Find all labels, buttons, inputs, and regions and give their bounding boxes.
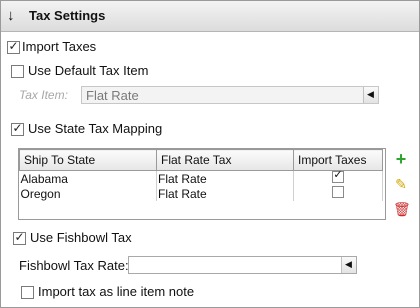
cell-state[interactable]: Alabama xyxy=(19,170,157,186)
plus-icon[interactable]: + xyxy=(393,150,409,168)
panel-title: Tax Settings xyxy=(29,8,106,23)
default-tax-item-checkbox[interactable] xyxy=(11,65,24,78)
trash-icon[interactable]: 🗑 xyxy=(393,201,411,217)
checkmark-icon: ✓ xyxy=(333,169,343,181)
cell-tax[interactable]: Flat Rate xyxy=(156,186,294,201)
state-tax-table: Ship To State Flat Rate Tax Import Taxes… xyxy=(19,149,383,201)
fishbowl-tax-label: Use Fishbowl Tax xyxy=(30,230,132,245)
table-row[interactable]: Oregon Flat Rate xyxy=(19,186,383,201)
panel-header[interactable]: ↓ Tax Settings xyxy=(1,1,419,32)
checkmark-icon: ✓ xyxy=(8,39,19,53)
dropdown-button[interactable]: ◀ xyxy=(363,87,378,103)
arrow-down-icon[interactable]: ↓ xyxy=(7,7,15,24)
line-item-note-label: Import tax as line item note xyxy=(38,284,195,299)
triangle-left-icon: ◀ xyxy=(367,89,374,99)
column-header-ship-to-state[interactable]: Ship To State xyxy=(19,149,157,171)
cell-import[interactable]: ✓ xyxy=(293,169,383,186)
tax-settings-panel: ↓ Tax Settings ✓ Import Taxes Use Defaul… xyxy=(0,0,420,308)
state-tax-mapping-checkbox[interactable]: ✓ xyxy=(11,121,24,136)
tax-item-value: Flat Rate xyxy=(86,88,139,103)
fishbowl-tax-rate-select[interactable]: ◀ xyxy=(128,256,357,274)
table-row[interactable]: Alabama Flat Rate ✓ xyxy=(19,169,383,186)
cell-tax[interactable]: Flat Rate xyxy=(156,170,294,186)
checkmark-icon: ✓ xyxy=(14,230,25,244)
import-checkbox[interactable]: ✓ xyxy=(332,169,344,183)
line-item-note-checkbox[interactable] xyxy=(21,286,34,299)
default-tax-item-label: Use Default Tax Item xyxy=(28,63,149,78)
column-header-flat-rate-tax[interactable]: Flat Rate Tax xyxy=(156,149,294,171)
import-checkbox[interactable] xyxy=(332,186,344,198)
fishbowl-tax-checkbox[interactable]: ✓ xyxy=(13,230,26,245)
import-taxes-checkbox[interactable]: ✓ xyxy=(7,39,20,54)
triangle-left-icon: ◀ xyxy=(345,259,352,269)
tax-item-label: Tax Item: xyxy=(19,88,68,102)
checkmark-icon: ✓ xyxy=(12,121,23,135)
import-taxes-label: Import Taxes xyxy=(22,39,97,54)
fishbowl-tax-rate-label: Fishbowl Tax Rate: xyxy=(19,258,129,273)
cell-import[interactable] xyxy=(293,186,383,201)
dropdown-button[interactable]: ◀ xyxy=(341,257,356,273)
state-tax-mapping-label: Use State Tax Mapping xyxy=(28,121,163,136)
tax-item-select[interactable]: Flat Rate ◀ xyxy=(81,86,379,104)
cell-state[interactable]: Oregon xyxy=(19,186,157,201)
column-header-import-taxes[interactable]: Import Taxes xyxy=(293,149,383,171)
pencil-icon[interactable]: ✎ xyxy=(393,176,409,192)
